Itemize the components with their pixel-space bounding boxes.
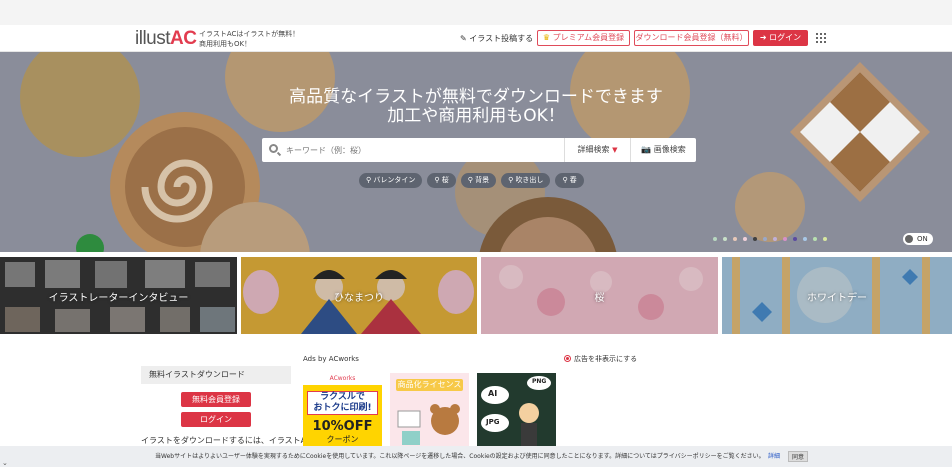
cookie-consent-bar: 当Webサイトはよりよいユーザー体験を実現するためにCookieを使用しています…	[0, 446, 952, 467]
post-illustration-link[interactable]: ✎ イラスト投稿する	[460, 33, 533, 44]
logo-accent: AC	[170, 28, 197, 49]
category-label: イラストレーターインタビュー	[48, 293, 189, 304]
search-icon[interactable]	[269, 144, 278, 153]
cookie-detail-link[interactable]: 詳細	[768, 446, 780, 467]
category-hinamatsuri[interactable]: ひなまつり	[241, 257, 477, 334]
carousel-dots	[713, 237, 827, 241]
carousel-dot[interactable]	[823, 237, 827, 241]
carousel-dot[interactable]	[783, 237, 787, 241]
sidebar-note: イラストをダウンロードするには、イラストAC	[141, 436, 312, 445]
hide-ads-option[interactable]: 広告を非表示にする	[564, 354, 637, 364]
ad-coupon: クーポン	[326, 435, 359, 444]
ad-discount: 10%OFF	[312, 419, 373, 434]
site-logo[interactable]: illustAC	[135, 28, 197, 50]
popular-tags: ⚲ バレンタイン ⚲ 桜 ⚲ 背景 ⚲ 吹き出し ⚲ 春	[359, 173, 584, 188]
ads-label: Ads by ACworks	[303, 355, 359, 363]
carousel-dot[interactable]	[813, 237, 817, 241]
carousel-dot[interactable]	[773, 237, 777, 241]
tag-chip[interactable]: ⚲ バレンタイン	[359, 173, 423, 188]
ad-license[interactable]: 商品化ライセンス	[390, 373, 469, 453]
brush-icon: ✎	[460, 34, 467, 43]
sidebar-heading: 無料イラストダウンロード	[141, 366, 291, 384]
chevron-down-icon[interactable]: ⌄	[2, 459, 8, 467]
ad-label-jpg: JPG	[486, 418, 500, 426]
toggle-label: ON	[917, 235, 928, 243]
image-search-label: 画像検索	[653, 145, 686, 154]
image-search-button[interactable]: 📷 画像検索	[630, 138, 696, 162]
cookie-text: 当Webサイトはよりよいユーザー体験を実現するためにCookieを使用しています…	[155, 453, 765, 460]
advanced-search-label: 詳細検索	[577, 145, 610, 154]
post-illustration-label: イラスト投稿する	[469, 34, 534, 43]
premium-register-button[interactable]: ♛ プレミアム会員登録	[537, 30, 630, 46]
carousel-dot[interactable]	[743, 237, 747, 241]
carousel-dot[interactable]	[753, 237, 757, 241]
tag-chip[interactable]: ⚲ 春	[555, 173, 584, 188]
category-sakura[interactable]: 桜	[481, 257, 718, 334]
category-label: ホワイトデー	[807, 293, 867, 304]
hero-title-line-2: 加工や商用利用もOK！	[387, 106, 565, 126]
ad-raksul[interactable]: ACworks ラクスルで おトクに印刷! 10%OFF クーポン	[303, 373, 382, 453]
category-label: 桜	[594, 293, 605, 304]
hero-banner: 高品質なイラストが無料でダウンロードできます 加工や商用利用もOK！ 詳細検索 …	[0, 52, 952, 252]
search-input[interactable]	[286, 142, 556, 158]
hide-ads-label: 広告を非表示にする	[574, 355, 638, 363]
autoplay-toggle[interactable]: ON	[903, 233, 933, 245]
camera-icon: 📷	[641, 145, 652, 154]
tag-label: バレンタイン	[373, 176, 416, 184]
triangle-down-icon: ▼	[612, 146, 618, 154]
site-header: illustAC イラストACはイラストが無料！ 商用利用もOK！ ✎ イラスト…	[0, 25, 952, 52]
ad-headline-1: ラクスルで	[320, 392, 365, 402]
ad-brand: ACworks	[303, 373, 382, 385]
category-interview[interactable]: イラストレーターインタビュー	[0, 257, 237, 334]
hero-title-line-1: 高品質なイラストが無料でダウンロードできます	[289, 87, 663, 107]
ad-title: 商品化ライセンス	[396, 379, 463, 391]
carousel-dot[interactable]	[763, 237, 767, 241]
tag-chip[interactable]: ⚲ 吹き出し	[501, 173, 551, 188]
tagline: イラストACはイラストが無料！ 商用利用もOK！	[199, 29, 299, 49]
download-register-label: ダウンロード会員登録（無料）	[635, 33, 748, 42]
category-whiteday[interactable]: ホワイトデー	[722, 257, 952, 334]
ad-label-png: PNG	[532, 378, 547, 385]
logo-text: illust	[135, 28, 171, 49]
tagline-line-2: 商用利用もOK！	[199, 40, 252, 48]
category-label: ひなまつり	[334, 293, 384, 304]
tag-chip[interactable]: ⚲ 背景	[460, 173, 497, 188]
login-button[interactable]: ➜ ログイン	[753, 30, 808, 46]
top-spacer	[0, 0, 952, 25]
hero-title: 高品質なイラストが無料でダウンロードできます 加工や商用利用もOK！	[0, 88, 952, 126]
download-sidebar: 無料イラストダウンロード 無料会員登録 ログイン イラストをダウンロードするには…	[141, 366, 312, 445]
download-register-button[interactable]: ダウンロード会員登録（無料）	[634, 30, 749, 46]
bear-illustration	[397, 404, 460, 445]
advanced-search-dropdown[interactable]: 詳細検索 ▼	[564, 138, 630, 162]
apps-grid-icon[interactable]	[816, 33, 826, 43]
crown-icon: ♛	[542, 33, 551, 42]
ad-headline-2: おトクに印刷!	[313, 403, 372, 413]
login-label: ログイン	[769, 33, 802, 42]
ad-file-formats[interactable]: AI PNG JPG	[477, 373, 556, 453]
format-illustration	[481, 376, 551, 447]
carousel-dot[interactable]	[723, 237, 727, 241]
sidebar-login-button[interactable]: ログイン	[181, 412, 251, 427]
tag-label: 桜	[441, 176, 449, 184]
tag-label: 春	[569, 176, 577, 184]
premium-register-label: プレミアム会員登録	[552, 33, 625, 42]
search-bar: 詳細検索 ▼ 📷 画像検索	[262, 138, 696, 162]
tag-chip[interactable]: ⚲ 桜	[427, 173, 456, 188]
tagline-line-1: イラストACはイラストが無料！	[199, 30, 300, 38]
radio-icon	[564, 355, 571, 362]
free-register-button[interactable]: 無料会員登録	[181, 392, 251, 407]
tag-label: 背景	[475, 176, 490, 184]
carousel-dot[interactable]	[713, 237, 717, 241]
carousel-dot[interactable]	[733, 237, 737, 241]
tag-label: 吹き出し	[515, 176, 544, 184]
cookie-agree-button[interactable]: 同意	[788, 451, 809, 462]
ad-label-ai: AI	[488, 389, 498, 398]
carousel-dot[interactable]	[803, 237, 807, 241]
carousel-dot[interactable]	[793, 237, 797, 241]
category-banners: イラストレーターインタビュー ひなまつり 桜 ホワイトデー	[0, 257, 952, 334]
login-icon: ➜	[759, 33, 767, 42]
